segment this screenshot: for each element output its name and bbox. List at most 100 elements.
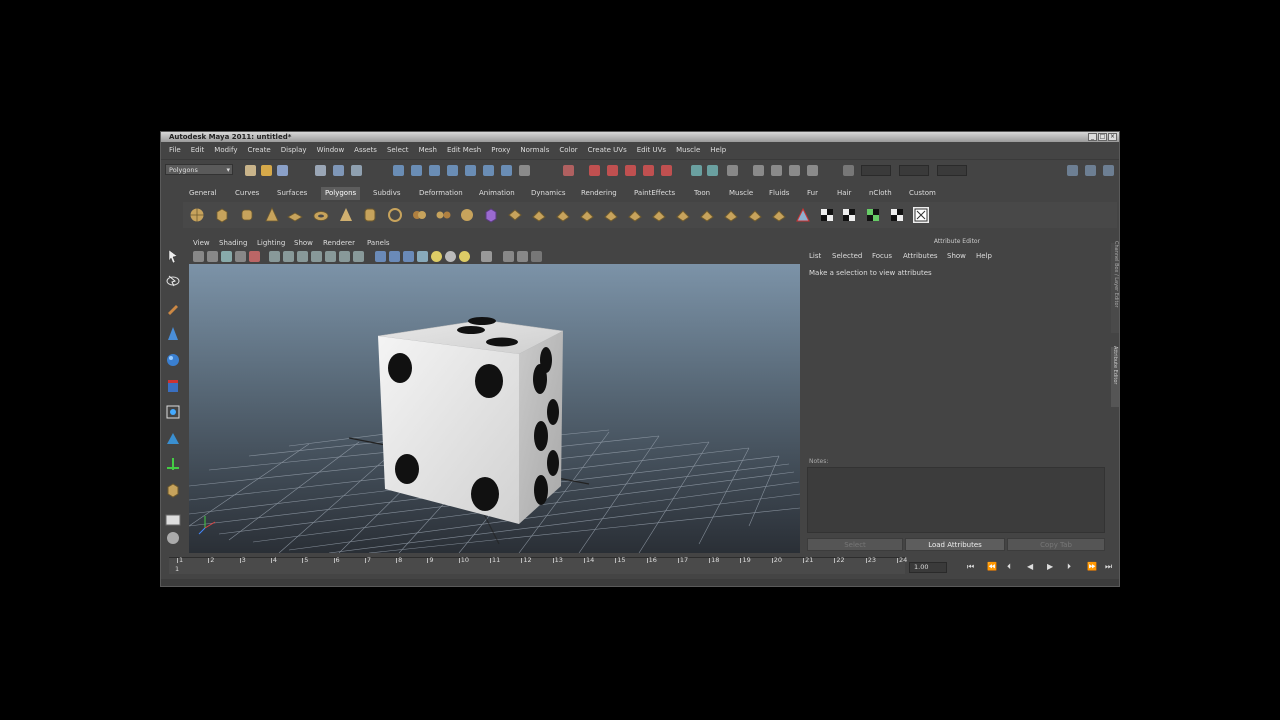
notes-field[interactable] [807,467,1105,533]
extrude-icon[interactable] [531,207,547,223]
render-settings-icon[interactable] [807,165,818,176]
shelf-tab-surfaces[interactable]: Surfaces [277,187,307,200]
vp-menu-lighting[interactable]: Lighting [257,237,285,249]
shelf-tab-dynamics[interactable]: Dynamics [531,187,566,200]
go-to-start-icon[interactable]: ⏮ [967,562,974,572]
menu-file[interactable]: File [165,144,187,157]
safe-title-icon[interactable] [353,251,364,262]
menu-normals[interactable]: Normals [516,144,555,157]
shadows-icon[interactable] [445,251,456,262]
menu-create[interactable]: Create [243,144,276,157]
vp-menu-view[interactable]: View [193,237,210,249]
outliner-layout-icon[interactable] [165,530,181,546]
flat-shade-icon[interactable] [403,251,414,262]
step-forward-frame-icon[interactable]: ⏵ [1067,562,1071,572]
menu-edit-uvs[interactable]: Edit UVs [633,144,672,157]
lock-selection-icon[interactable] [563,165,574,176]
average-vertices-icon[interactable] [507,207,523,223]
manipulator-tool-icon[interactable] [165,404,181,420]
snap-point-icon[interactable] [625,165,636,176]
merge-icon[interactable] [675,207,691,223]
new-scene-icon[interactable] [245,165,256,176]
cylindrical-mapping-icon[interactable] [841,207,857,223]
lasso-tool-icon[interactable] [165,274,181,290]
snap-curve-icon[interactable] [607,165,618,176]
gate-mask-icon[interactable] [311,251,322,262]
last-tool-icon[interactable] [165,482,181,498]
menu-set-dropdown[interactable]: Polygons [165,164,233,175]
open-scene-icon[interactable] [261,165,272,176]
shelf-tab-fluids[interactable]: Fluids [769,187,789,200]
transform-mode-icon[interactable] [843,165,854,176]
shelf-tab-polygons[interactable]: Polygons [321,187,361,200]
ipr-render-icon[interactable] [789,165,800,176]
isolate-select-icon[interactable] [481,251,492,262]
bevel-icon[interactable] [747,207,763,223]
select-tool-icon[interactable] [165,248,181,264]
close-button[interactable]: × [1108,133,1117,141]
menu-help[interactable]: Help [706,144,732,157]
time-ruler[interactable]: 1 2 3 4 5 6 7 8 9 10 11 12 13 14 15 16 17 18 19 20 21 22 23 24 1 [169,556,907,574]
vp-menu-shading[interactable]: Shading [219,237,247,249]
xray-joints-icon[interactable] [517,251,528,262]
go-to-end-icon[interactable]: ⏭ [1105,562,1112,572]
ae-menu-help[interactable]: Help [976,252,992,260]
shelf-tab-custom[interactable]: Custom [909,187,936,200]
shelf-tab-toon[interactable]: Toon [694,187,710,200]
current-frame-field[interactable]: 1.00 [909,562,947,573]
shelf-tab-painteffects[interactable]: PaintEffects [634,187,675,200]
menu-create-uvs[interactable]: Create UVs [584,144,633,157]
play-backwards-icon[interactable]: ◀ [1027,562,1033,571]
menu-proxy[interactable]: Proxy [487,144,516,157]
select-surface-icon[interactable] [447,165,458,176]
xray-icon[interactable] [503,251,514,262]
append-polygon-icon[interactable] [579,207,595,223]
shelf-tab-subdivs[interactable]: Subdivs [373,187,401,200]
render-view-icon[interactable] [753,165,764,176]
automatic-mapping-icon[interactable] [889,207,905,223]
delete-edge-icon[interactable] [723,207,739,223]
show-tool-settings-icon[interactable] [1103,165,1114,176]
time-slider[interactable]: 1 2 3 4 5 6 7 8 9 10 11 12 13 14 15 16 17 18 19 20 21 22 23 24 1… [161,555,1119,577]
bridge-icon[interactable] [555,207,571,223]
maximize-button[interactable]: □ [1098,133,1107,141]
offset-edge-loop-icon[interactable] [651,207,667,223]
poly-sphere-icon[interactable] [189,207,205,223]
shelf-tab-animation[interactable]: Animation [479,187,515,200]
vp-menu-show[interactable]: Show [294,237,313,249]
crease-tool-icon[interactable] [771,207,787,223]
snap-view-plane-icon[interactable] [643,165,654,176]
uv-texture-editor-icon[interactable] [913,207,929,223]
film-gate-icon[interactable] [283,251,294,262]
show-manipulator-icon[interactable] [165,456,181,472]
image-plane-icon[interactable] [235,251,246,262]
perspective-viewport[interactable] [189,264,800,553]
poly-helix-icon[interactable] [387,207,403,223]
select-joint-icon[interactable] [411,165,422,176]
menu-edit-mesh[interactable]: Edit Mesh [443,144,487,157]
make-live-icon[interactable] [661,165,672,176]
input-ops-icon[interactable] [691,165,702,176]
menu-modify[interactable]: Modify [210,144,243,157]
shelf-tab-fur[interactable]: Fur [807,187,818,200]
save-scene-icon[interactable] [277,165,288,176]
shelf-tab-rendering[interactable]: Rendering [581,187,617,200]
shelf-tab-deformation[interactable]: Deformation [419,187,463,200]
resolution-gate-icon[interactable] [297,251,308,262]
safe-action-icon[interactable] [339,251,350,262]
split-polygon-icon[interactable] [603,207,619,223]
select-by-component-icon[interactable] [351,165,362,176]
menu-color[interactable]: Color [555,144,583,157]
ae-menu-attributes[interactable]: Attributes [903,252,938,260]
copy-tab-button[interactable]: Copy Tab [1007,538,1105,551]
smooth-shade-icon[interactable] [389,251,400,262]
separate-icon[interactable] [435,207,451,223]
select-button[interactable]: Select [807,538,903,551]
ae-menu-show[interactable]: Show [947,252,966,260]
use-all-lights-icon[interactable] [431,251,442,262]
select-deformation-icon[interactable] [465,165,476,176]
select-handle-icon[interactable] [393,165,404,176]
dice-model[interactable] [377,317,564,524]
move-tool-icon[interactable] [165,326,181,342]
snap-grid-icon[interactable] [589,165,600,176]
